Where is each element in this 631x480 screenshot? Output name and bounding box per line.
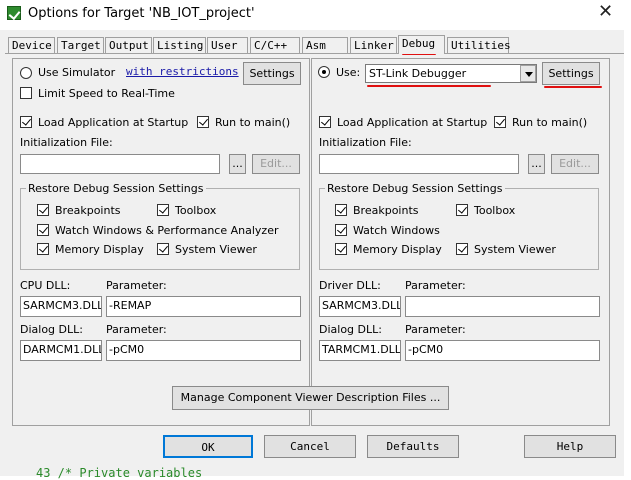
driver-dll-label: Driver DLL: <box>319 279 381 292</box>
right-init-file-input[interactable] <box>319 154 519 174</box>
left-breakpoints-checkbox[interactable] <box>37 204 49 216</box>
left-sysview-label: System Viewer <box>175 243 257 256</box>
tab-target[interactable]: Target <box>57 37 104 54</box>
debugger-select[interactable]: ST-Link Debugger <box>365 64 537 83</box>
right-dialog-dll-input[interactable]: TARMCM1.DLL <box>319 340 401 361</box>
tab-utilities[interactable]: Utilities <box>447 37 511 54</box>
left-sysview-checkbox[interactable] <box>157 243 169 255</box>
right-restore-title: Restore Debug Session Settings <box>325 182 505 195</box>
left-toolbox-label: Toolbox <box>175 204 217 217</box>
chevron-down-icon[interactable] <box>520 65 536 82</box>
left-dialog-dll-input[interactable]: DARMCM1.DLL <box>20 340 102 361</box>
driver-dll-input[interactable]: SARMCM3.DLL <box>319 296 401 317</box>
right-watch-label: Watch Windows <box>353 224 440 237</box>
left-watch-checkbox[interactable] <box>37 224 49 236</box>
background-code-line: 43 /* Private variables <box>36 466 203 480</box>
cpu-dll-input[interactable]: SARMCM3.DLL <box>20 296 102 317</box>
tab-debug[interactable]: Debug <box>398 35 445 54</box>
left-init-file-input[interactable] <box>20 154 220 174</box>
right-init-file-label: Initialization File: <box>319 136 412 149</box>
left-load-app-label: Load Application at Startup <box>38 116 189 129</box>
left-run-to-main-checkbox[interactable] <box>197 116 209 128</box>
left-load-app-checkbox[interactable] <box>20 116 32 128</box>
right-load-app-label: Load Application at Startup <box>337 116 488 129</box>
close-icon[interactable]: ✕ <box>598 1 613 22</box>
left-dialog-param-label: Parameter: <box>106 323 167 336</box>
right-toolbox-checkbox[interactable] <box>456 204 468 216</box>
defaults-button[interactable]: Defaults <box>367 435 459 458</box>
left-memory-checkbox[interactable] <box>37 243 49 255</box>
left-watch-label: Watch Windows & Performance Analyzer <box>55 224 279 237</box>
right-dialog-dll-label: Dialog DLL: <box>319 323 382 336</box>
red-annotation-underline-debugger <box>367 85 491 87</box>
background-editor-strip <box>624 30 631 476</box>
cpu-param-label: Parameter: <box>106 279 167 292</box>
right-breakpoints-checkbox[interactable] <box>335 204 347 216</box>
left-dialog-dll-label: Dialog DLL: <box>20 323 83 336</box>
window-title: Options for Target 'NB_IOT_project' <box>28 6 255 21</box>
right-run-to-main-checkbox[interactable] <box>494 116 506 128</box>
with-restrictions-link[interactable]: with restrictions <box>126 65 239 78</box>
left-edit-button: Edit... <box>252 154 300 174</box>
driver-param-label: Parameter: <box>405 279 466 292</box>
left-toolbox-checkbox[interactable] <box>157 204 169 216</box>
left-memory-label: Memory Display <box>55 243 144 256</box>
tab-device[interactable]: Device <box>8 37 55 54</box>
help-button[interactable]: Help <box>524 435 616 458</box>
tab-c-cpp[interactable]: C/C++ <box>250 37 300 54</box>
limit-speed-checkbox[interactable] <box>20 87 32 99</box>
tab-asm[interactable]: Asm <box>302 37 348 54</box>
cpu-param-input[interactable]: -REMAP <box>106 296 301 317</box>
right-dialog-param-label: Parameter: <box>405 323 466 336</box>
tab-strip-divider <box>5 53 624 54</box>
left-dialog-param-input[interactable]: -pCM0 <box>106 340 301 361</box>
right-sysview-checkbox[interactable] <box>456 243 468 255</box>
left-run-to-main-label: Run to main() <box>215 116 291 129</box>
right-load-app-checkbox[interactable] <box>319 116 331 128</box>
cpu-dll-label: CPU DLL: <box>20 279 71 292</box>
right-breakpoints-label: Breakpoints <box>353 204 419 217</box>
tab-user[interactable]: User <box>207 37 248 54</box>
ok-button[interactable]: OK <box>163 435 253 458</box>
cancel-button[interactable]: Cancel <box>264 435 356 458</box>
right-watch-checkbox[interactable] <box>335 224 347 236</box>
left-browse-button[interactable]: ... <box>229 154 246 174</box>
driver-param-input[interactable] <box>405 296 600 317</box>
tab-output[interactable]: Output <box>105 37 152 54</box>
right-memory-checkbox[interactable] <box>335 243 347 255</box>
right-sysview-label: System Viewer <box>474 243 556 256</box>
use-debugger-label: Use: <box>336 66 361 79</box>
use-debugger-radio[interactable] <box>318 66 330 78</box>
manage-component-viewer-button[interactable]: Manage Component Viewer Description File… <box>172 386 449 410</box>
right-run-to-main-label: Run to main() <box>512 116 588 129</box>
limit-speed-label: Limit Speed to Real-Time <box>38 87 175 100</box>
use-simulator-label: Use Simulator <box>38 66 116 79</box>
right-dialog-param-input[interactable]: -pCM0 <box>405 340 600 361</box>
tab-listing[interactable]: Listing <box>153 37 206 54</box>
right-browse-button[interactable]: ... <box>528 154 545 174</box>
simulator-settings-button[interactable]: Settings <box>243 62 301 85</box>
tab-linker[interactable]: Linker <box>350 37 397 54</box>
left-restore-title: Restore Debug Session Settings <box>26 182 206 195</box>
use-simulator-radio[interactable] <box>20 67 32 79</box>
right-edit-button: Edit... <box>551 154 599 174</box>
right-toolbox-label: Toolbox <box>474 204 516 217</box>
left-breakpoints-label: Breakpoints <box>55 204 121 217</box>
red-annotation-underline-settings <box>544 86 602 88</box>
keil-app-icon <box>7 6 21 20</box>
left-init-file-label: Initialization File: <box>20 136 113 149</box>
debugger-settings-button[interactable]: Settings <box>542 62 600 85</box>
right-memory-label: Memory Display <box>353 243 442 256</box>
